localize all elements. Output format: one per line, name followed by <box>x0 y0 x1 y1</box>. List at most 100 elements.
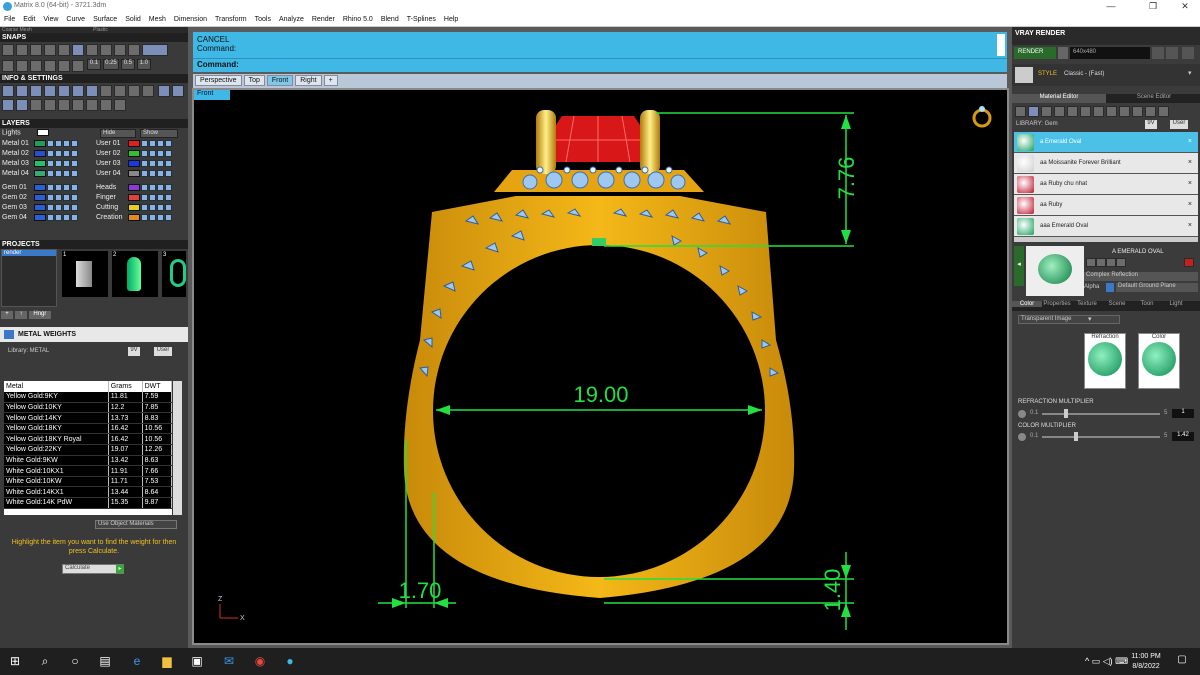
lock-icon[interactable] <box>47 170 54 177</box>
material-list-item[interactable]: a Emerald Oval × <box>1014 132 1198 153</box>
project-thumb-1[interactable]: 1 <box>62 251 108 297</box>
tab-material-editor[interactable]: Material Editor <box>1012 94 1106 103</box>
layer-icon[interactable] <box>71 150 78 157</box>
eye-icon[interactable] <box>55 150 62 157</box>
snap-icon[interactable] <box>72 44 84 56</box>
close-icon[interactable]: × <box>1188 201 1192 208</box>
layer-row[interactable]: Metal 02 <box>2 150 94 160</box>
snap-icon[interactable] <box>30 60 42 72</box>
pen-icon[interactable] <box>72 85 84 97</box>
lock-icon[interactable] <box>47 150 54 157</box>
type-dropdown[interactable]: Transparent Image <box>1018 315 1120 324</box>
search-icon[interactable]: ⌕ <box>35 654 55 669</box>
mail-icon[interactable]: ✉ <box>219 654 239 668</box>
library-tab-9v[interactable]: 9V <box>128 347 140 356</box>
layer-icon[interactable] <box>165 184 172 191</box>
eye-icon[interactable] <box>55 170 62 177</box>
resolution-prev-icon[interactable] <box>1152 47 1164 59</box>
visible-icon[interactable] <box>63 160 70 167</box>
layer-icon[interactable] <box>165 204 172 211</box>
tab-properties[interactable]: Properties <box>1042 301 1072 307</box>
menu-analyze[interactable]: Analyze <box>275 14 308 23</box>
material-list-item[interactable]: aa Moissanite Forever Brilliant × <box>1014 153 1198 174</box>
column-header-metal[interactable]: Metal <box>4 381 109 392</box>
tool-icon[interactable] <box>1132 106 1143 117</box>
layer-icon[interactable] <box>165 214 172 221</box>
layer-row[interactable]: Metal 01 <box>2 140 94 150</box>
tool-icon[interactable] <box>114 99 126 111</box>
close-icon[interactable]: × <box>1188 180 1192 187</box>
tab-top[interactable]: Top <box>243 75 265 86</box>
visible-icon[interactable] <box>157 150 164 157</box>
lock-icon[interactable] <box>47 160 54 167</box>
tab-right[interactable]: Right <box>295 75 322 86</box>
table-scrollbar[interactable] <box>173 381 182 515</box>
tool-icon[interactable] <box>128 85 140 97</box>
eye-icon[interactable] <box>55 184 62 191</box>
layer-color-swatch[interactable] <box>128 194 140 201</box>
snap-icon[interactable] <box>58 44 70 56</box>
eye-icon[interactable] <box>149 170 156 177</box>
layer-icon[interactable] <box>165 170 172 177</box>
layer-color-swatch[interactable] <box>128 170 140 177</box>
eye-icon[interactable] <box>149 194 156 201</box>
menu-dimension[interactable]: Dimension <box>170 14 211 23</box>
layer-color-swatch[interactable] <box>34 184 46 191</box>
tab-color[interactable]: Color <box>1012 301 1042 307</box>
layer-color-swatch[interactable] <box>34 170 46 177</box>
refresh-icon[interactable] <box>1183 258 1194 267</box>
tab-front[interactable]: Front <box>266 75 294 86</box>
eye-icon[interactable] <box>55 204 62 211</box>
snap-icon[interactable] <box>2 44 14 56</box>
lock-icon[interactable] <box>141 170 148 177</box>
ground-dropdown[interactable]: Default Ground Plane <box>1116 283 1198 292</box>
tab-toon[interactable]: Toon <box>1132 301 1162 307</box>
layer-icon[interactable] <box>71 140 78 147</box>
zoom-icon[interactable] <box>16 85 28 97</box>
matrix-app-icon[interactable]: ● <box>280 654 300 668</box>
layer-row[interactable]: Metal 03 <box>2 160 94 170</box>
tab-light[interactable]: Light <box>1162 301 1190 307</box>
menu-view[interactable]: View <box>39 14 62 23</box>
notification-icon[interactable]: ▢ <box>1172 654 1192 665</box>
tool-icon[interactable] <box>44 99 56 111</box>
layer-color-swatch[interactable] <box>128 214 140 221</box>
tool-icon[interactable] <box>30 99 42 111</box>
color-slider-thumb[interactable] <box>1074 432 1078 441</box>
eye-icon[interactable] <box>149 160 156 167</box>
menu-render[interactable]: Render <box>308 14 339 23</box>
menu-edit[interactable]: Edit <box>19 14 39 23</box>
table-row[interactable]: Yellow Gold:9KY 11.81 7.59 <box>4 391 172 403</box>
menu-blend[interactable]: Blend <box>377 14 403 23</box>
cube-icon[interactable] <box>44 85 56 97</box>
layer-icon[interactable] <box>71 184 78 191</box>
file-explorer-icon[interactable]: ▆ <box>157 654 177 668</box>
hngr-button[interactable]: Hngr <box>28 311 51 319</box>
tool-icon[interactable] <box>1054 106 1065 117</box>
color-slider[interactable] <box>1042 436 1160 438</box>
tool-icon[interactable] <box>1158 106 1169 117</box>
layer-row[interactable]: Gem 04 <box>2 214 94 224</box>
layer-color-swatch[interactable] <box>128 184 140 191</box>
eye-icon[interactable] <box>55 214 62 221</box>
hide-button[interactable]: Hide <box>100 129 136 138</box>
use-object-materials-checkbox[interactable]: Use Object Materials <box>95 520 177 529</box>
chevron-down-icon[interactable]: ▾ <box>1088 315 1092 323</box>
layer-row[interactable]: Creation <box>96 214 186 224</box>
tray-icons[interactable]: ^ ▭ ◁) ⌨ <box>1085 656 1128 667</box>
color-swatch[interactable]: Color <box>1138 333 1180 389</box>
visible-icon[interactable] <box>157 194 164 201</box>
eye-icon[interactable] <box>149 214 156 221</box>
gem-icon[interactable] <box>1028 106 1039 117</box>
refraction-swatch[interactable]: Refraction <box>1084 333 1126 389</box>
lock-icon[interactable] <box>47 194 54 201</box>
visible-icon[interactable] <box>157 170 164 177</box>
reset-icon[interactable] <box>1018 433 1026 441</box>
tool-icon[interactable] <box>1086 258 1096 267</box>
layer-icon[interactable] <box>165 194 172 201</box>
layer-icon[interactable] <box>165 140 172 147</box>
table-row[interactable]: White Gold:10KW 11.71 7.53 <box>4 476 172 488</box>
car-icon[interactable] <box>30 85 42 97</box>
lights-swatch[interactable] <box>36 129 49 136</box>
tool-icon[interactable] <box>157 85 170 97</box>
